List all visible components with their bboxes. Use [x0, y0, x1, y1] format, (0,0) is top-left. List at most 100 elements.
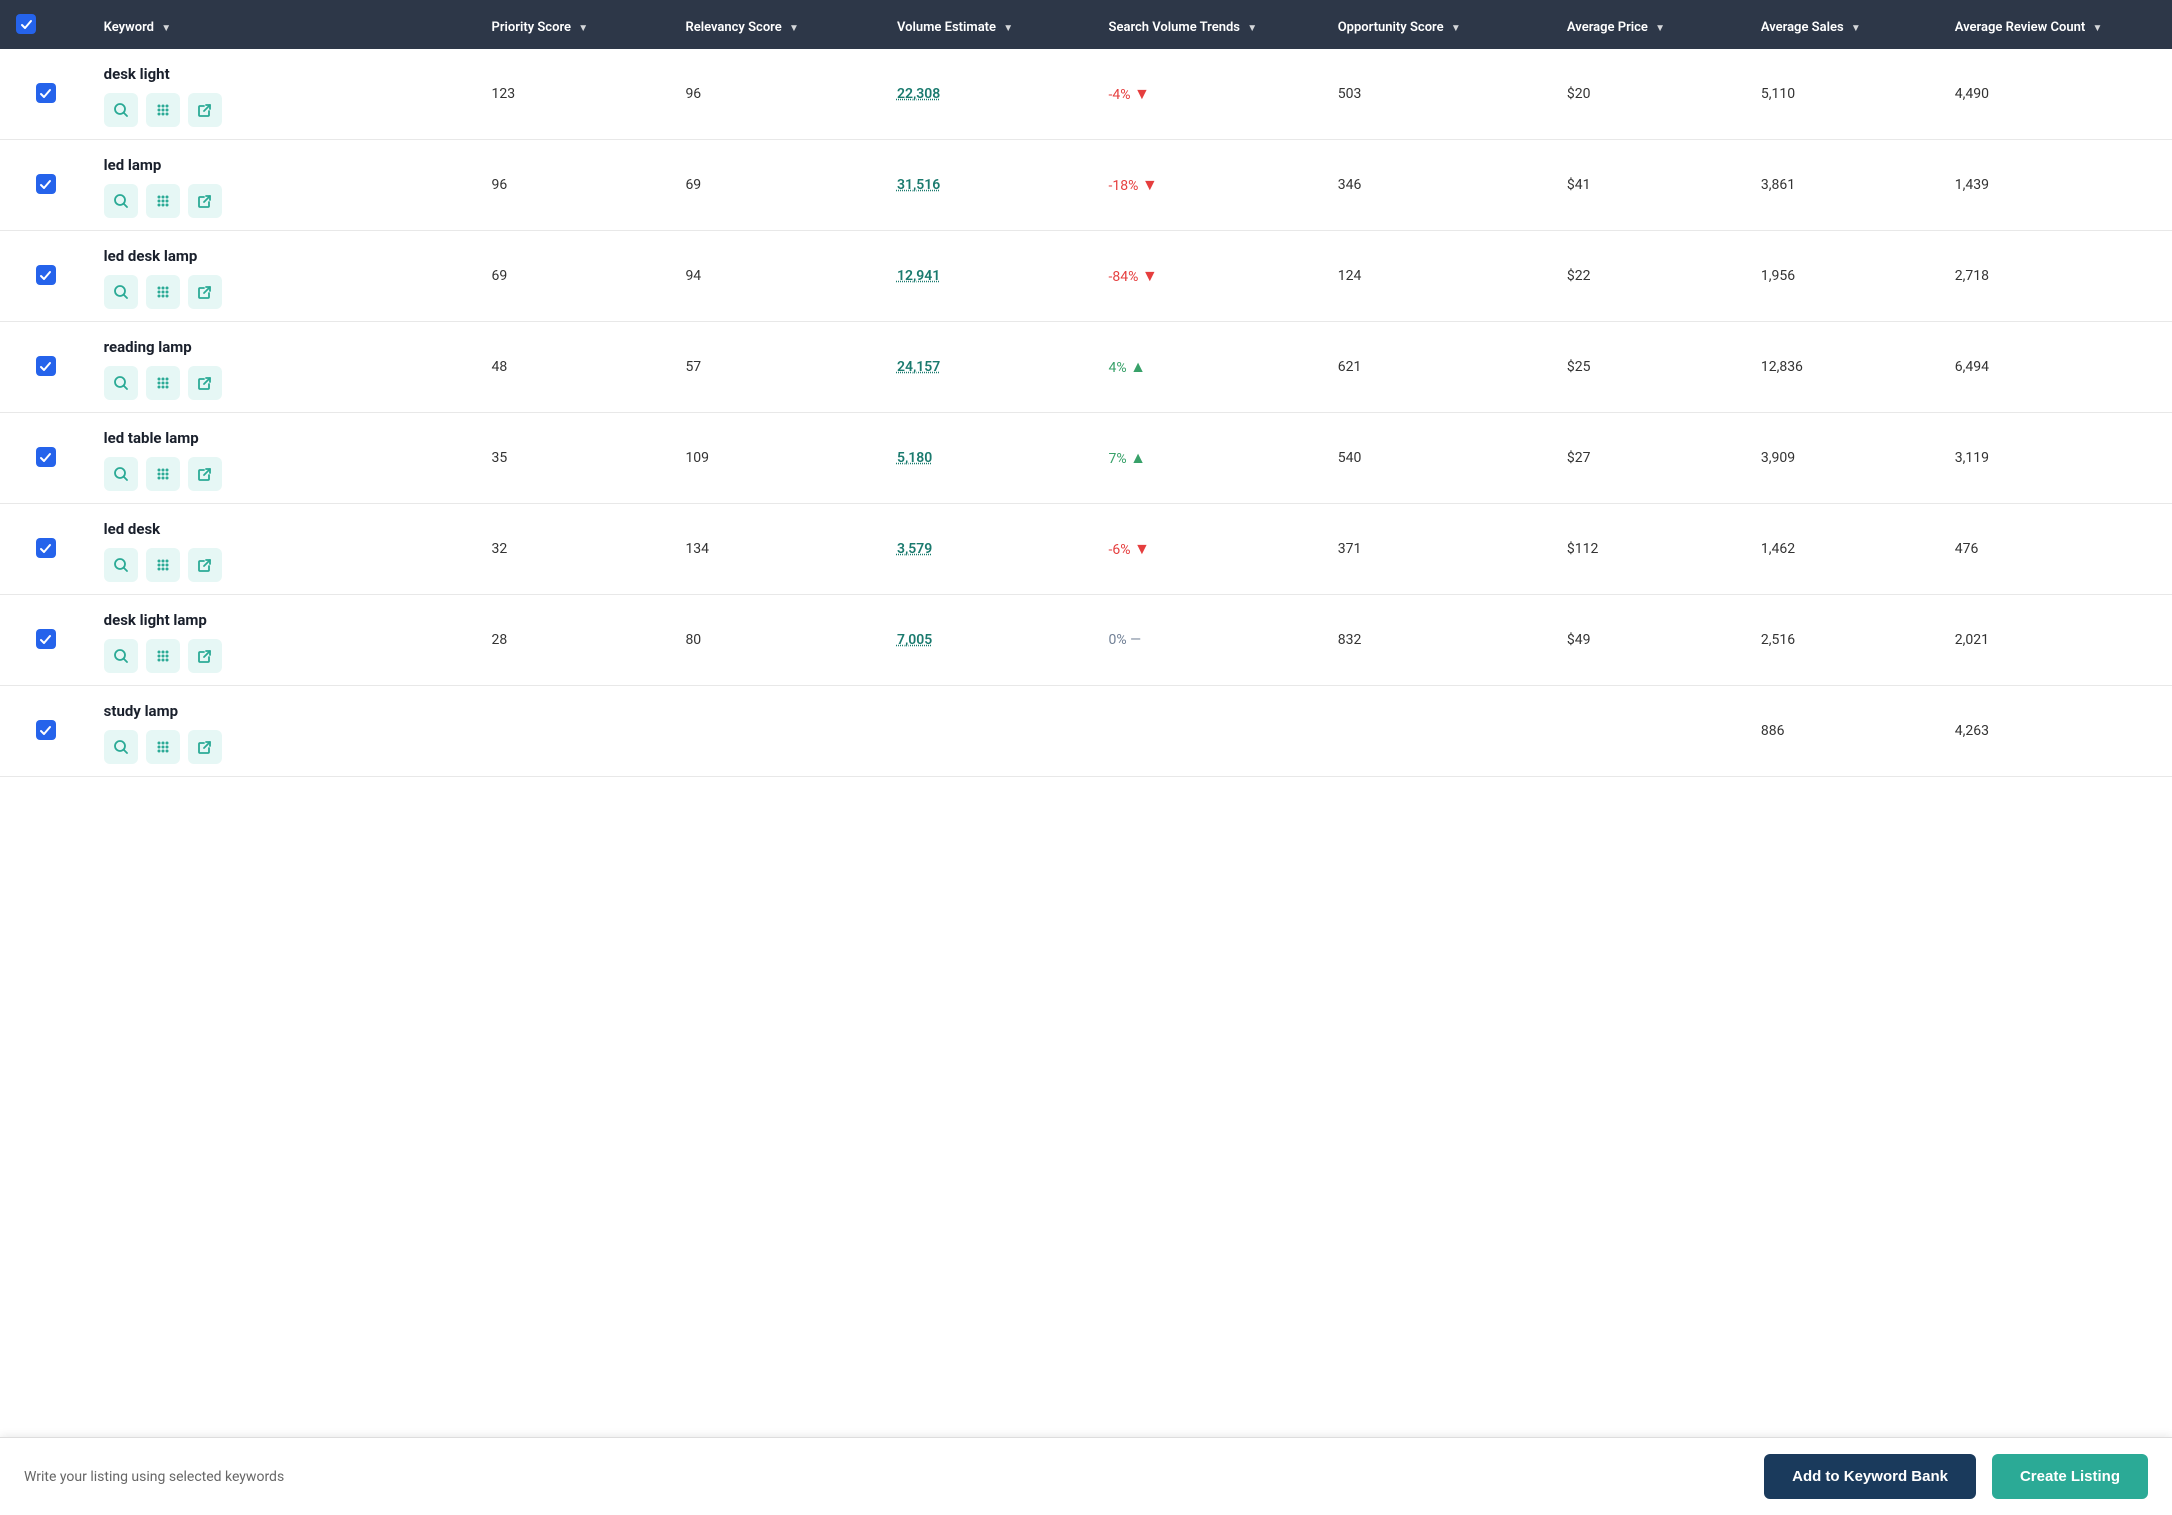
avg-review-cell: 1,439	[1943, 139, 2172, 230]
volume-estimate-cell[interactable]: 7,005	[885, 594, 1097, 685]
header-priority[interactable]: Priority Score ▼	[480, 0, 674, 49]
search-trend-cell: -4% ▼	[1097, 49, 1326, 140]
volume-estimate-cell[interactable]: 3,579	[885, 503, 1097, 594]
volume-link[interactable]: 31,516	[897, 177, 940, 193]
external-link-icon[interactable]	[188, 730, 222, 764]
trend-value: -18%	[1109, 178, 1139, 194]
row-checkbox-cell[interactable]	[0, 139, 92, 230]
relevancy-score-cell: 109	[673, 412, 885, 503]
table-row: led lamp	[0, 139, 2172, 230]
table-row: led table lamp	[0, 412, 2172, 503]
row-checkbox-cell[interactable]	[0, 412, 92, 503]
header-relevancy-label: Relevancy Score	[685, 20, 781, 35]
external-link-icon[interactable]	[188, 548, 222, 582]
row-checkbox-cell[interactable]	[0, 594, 92, 685]
row-checkbox[interactable]	[36, 174, 56, 194]
create-listing-button[interactable]: Create Listing	[1992, 1454, 2148, 1499]
header-avg-sales[interactable]: Average Sales ▼	[1749, 0, 1943, 49]
external-link-icon[interactable]	[188, 639, 222, 673]
row-checkbox-cell[interactable]	[0, 321, 92, 412]
header-avg-price-label: Average Price	[1567, 20, 1648, 35]
row-checkbox-cell[interactable]	[0, 503, 92, 594]
volume-sort-icon: ▼	[1003, 23, 1013, 34]
row-checkbox[interactable]	[36, 629, 56, 649]
header-volume[interactable]: Volume Estimate ▼	[885, 0, 1097, 49]
volume-link[interactable]: 7,005	[897, 632, 932, 648]
trend-value: -6%	[1109, 542, 1131, 558]
search-keyword-icon[interactable]	[104, 548, 138, 582]
keyword-cell: desk light	[92, 49, 480, 140]
external-link-icon[interactable]	[188, 184, 222, 218]
avg-price-cell: $22	[1555, 230, 1749, 321]
header-search-trend[interactable]: Search Volume Trends ▼	[1097, 0, 1326, 49]
row-checkbox[interactable]	[36, 356, 56, 376]
volume-estimate-cell[interactable]: 22,308	[885, 49, 1097, 140]
grid-keyword-icon[interactable]	[146, 93, 180, 127]
external-link-icon[interactable]	[188, 366, 222, 400]
add-to-keyword-bank-button[interactable]: Add to Keyword Bank	[1764, 1454, 1976, 1499]
grid-keyword-icon[interactable]	[146, 184, 180, 218]
volume-estimate-cell[interactable]	[885, 685, 1097, 776]
header-opportunity[interactable]: Opportunity Score ▼	[1326, 0, 1555, 49]
volume-estimate-cell[interactable]: 31,516	[885, 139, 1097, 230]
volume-link[interactable]: 12,941	[897, 268, 940, 284]
header-keyword[interactable]: Keyword ▼	[92, 0, 480, 49]
table-row: desk light	[0, 49, 2172, 140]
grid-keyword-icon[interactable]	[146, 457, 180, 491]
row-checkbox-cell[interactable]	[0, 49, 92, 140]
select-all-checkbox[interactable]	[16, 14, 36, 34]
row-checkbox-cell[interactable]	[0, 230, 92, 321]
grid-keyword-icon[interactable]	[146, 275, 180, 309]
search-keyword-icon[interactable]	[104, 275, 138, 309]
search-keyword-icon[interactable]	[104, 366, 138, 400]
header-avg-price[interactable]: Average Price ▼	[1555, 0, 1749, 49]
header-checkbox-cell[interactable]	[0, 0, 92, 49]
volume-link[interactable]: 22,308	[897, 86, 940, 102]
header-volume-label: Volume Estimate	[897, 20, 996, 35]
grid-keyword-icon[interactable]	[146, 730, 180, 764]
avg-review-cell: 476	[1943, 503, 2172, 594]
row-checkbox[interactable]	[36, 538, 56, 558]
grid-keyword-icon[interactable]	[146, 639, 180, 673]
external-link-icon[interactable]	[188, 93, 222, 127]
external-link-icon[interactable]	[188, 275, 222, 309]
keyword-cell: led table lamp	[92, 412, 480, 503]
search-keyword-icon[interactable]	[104, 730, 138, 764]
external-link-icon[interactable]	[188, 457, 222, 491]
row-checkbox[interactable]	[36, 720, 56, 740]
grid-keyword-icon[interactable]	[146, 548, 180, 582]
header-avg-review[interactable]: Average Review Count ▼	[1943, 0, 2172, 49]
priority-score-cell: 32	[480, 503, 674, 594]
volume-link[interactable]: 24,157	[897, 359, 940, 375]
avg-review-cell: 2,021	[1943, 594, 2172, 685]
row-checkbox-cell[interactable]	[0, 685, 92, 776]
table-body: desk light	[0, 49, 2172, 777]
grid-keyword-icon[interactable]	[146, 366, 180, 400]
volume-estimate-cell[interactable]: 24,157	[885, 321, 1097, 412]
relevancy-score-cell: 80	[673, 594, 885, 685]
keyword-cell: led desk	[92, 503, 480, 594]
keyword-actions	[104, 366, 468, 400]
opportunity-score-cell: 832	[1326, 594, 1555, 685]
keyword-name: led lamp	[104, 156, 468, 174]
avg-review-cell: 6,494	[1943, 321, 2172, 412]
search-keyword-icon[interactable]	[104, 639, 138, 673]
search-keyword-icon[interactable]	[104, 93, 138, 127]
keyword-name: led table lamp	[104, 429, 468, 447]
search-trend-cell: 0% —	[1097, 594, 1326, 685]
avg-price-cell	[1555, 685, 1749, 776]
volume-link[interactable]: 5,180	[897, 450, 932, 466]
row-checkbox[interactable]	[36, 83, 56, 103]
search-keyword-icon[interactable]	[104, 184, 138, 218]
row-checkbox[interactable]	[36, 447, 56, 467]
avg-review-cell: 2,718	[1943, 230, 2172, 321]
search-keyword-icon[interactable]	[104, 457, 138, 491]
volume-estimate-cell[interactable]: 5,180	[885, 412, 1097, 503]
avg-sales-cell: 3,909	[1749, 412, 1943, 503]
header-relevancy[interactable]: Relevancy Score ▼	[673, 0, 885, 49]
volume-link[interactable]: 3,579	[897, 541, 932, 557]
row-checkbox[interactable]	[36, 265, 56, 285]
volume-estimate-cell[interactable]: 12,941	[885, 230, 1097, 321]
search-trend-cell	[1097, 685, 1326, 776]
relevancy-score-cell: 94	[673, 230, 885, 321]
